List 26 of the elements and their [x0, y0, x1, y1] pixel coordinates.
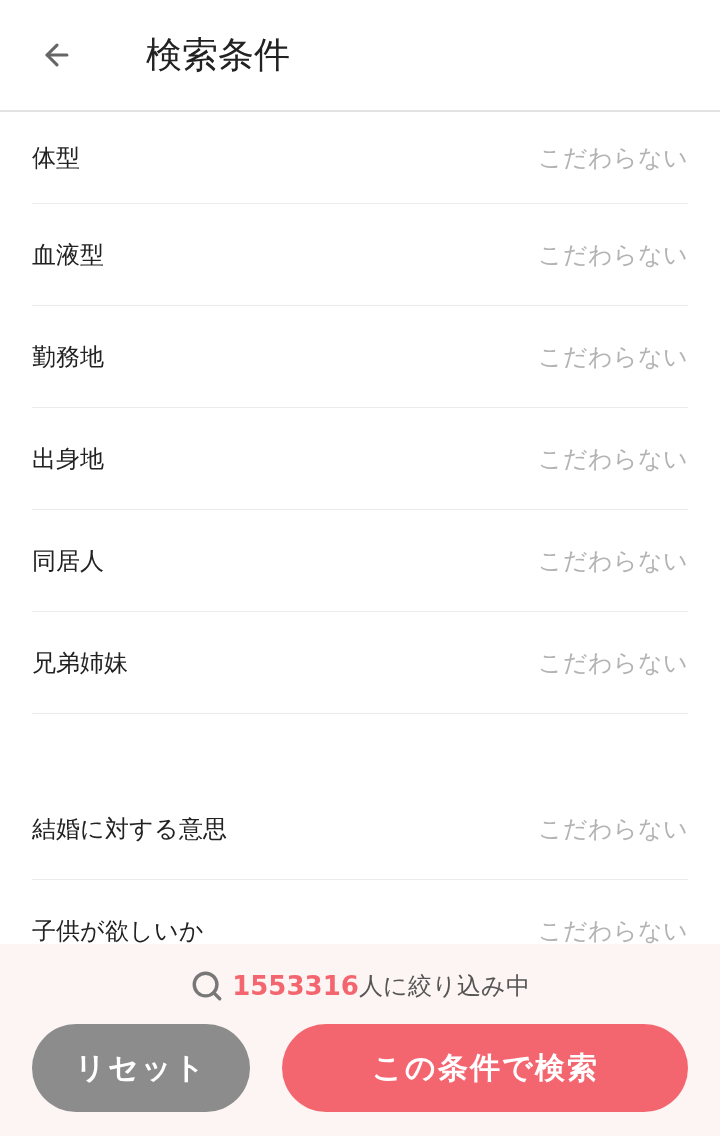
condition-label: 兄弟姉妹 — [32, 647, 128, 679]
condition-row[interactable]: 兄弟姉妹 こだわらない — [32, 612, 688, 714]
condition-row[interactable]: 結婚に対する意思 こだわらない — [32, 778, 688, 880]
condition-label: 同居人 — [32, 545, 104, 577]
condition-row[interactable]: 同居人 こだわらない — [32, 510, 688, 612]
condition-row[interactable]: 出身地 こだわらない — [32, 408, 688, 510]
result-count-text: 人に絞り込み中 — [358, 971, 530, 1002]
result-count: 1553316 — [232, 971, 359, 1001]
condition-label: 結婚に対する意思 — [32, 813, 227, 845]
condition-value: こだわらない — [538, 341, 688, 373]
condition-value: こだわらない — [538, 545, 688, 577]
condition-label: 勤務地 — [32, 341, 104, 373]
page-title: 検索条件 — [146, 32, 290, 77]
condition-label: 子供が欲しいか — [32, 915, 204, 944]
condition-value: こだわらない — [538, 915, 688, 944]
condition-value: こだわらない — [538, 813, 688, 845]
condition-row[interactable]: 勤務地 こだわらない — [32, 306, 688, 408]
condition-value: こだわらない — [538, 647, 688, 679]
condition-row[interactable]: 体型 こだわらない — [32, 112, 688, 204]
condition-value: こだわらない — [538, 142, 688, 174]
condition-label: 出身地 — [32, 443, 104, 475]
condition-label: 血液型 — [32, 239, 104, 271]
condition-value: こだわらない — [538, 443, 688, 475]
condition-value: こだわらない — [538, 239, 688, 271]
condition-label: 体型 — [32, 142, 80, 174]
condition-row[interactable]: 血液型 こだわらない — [32, 204, 688, 306]
